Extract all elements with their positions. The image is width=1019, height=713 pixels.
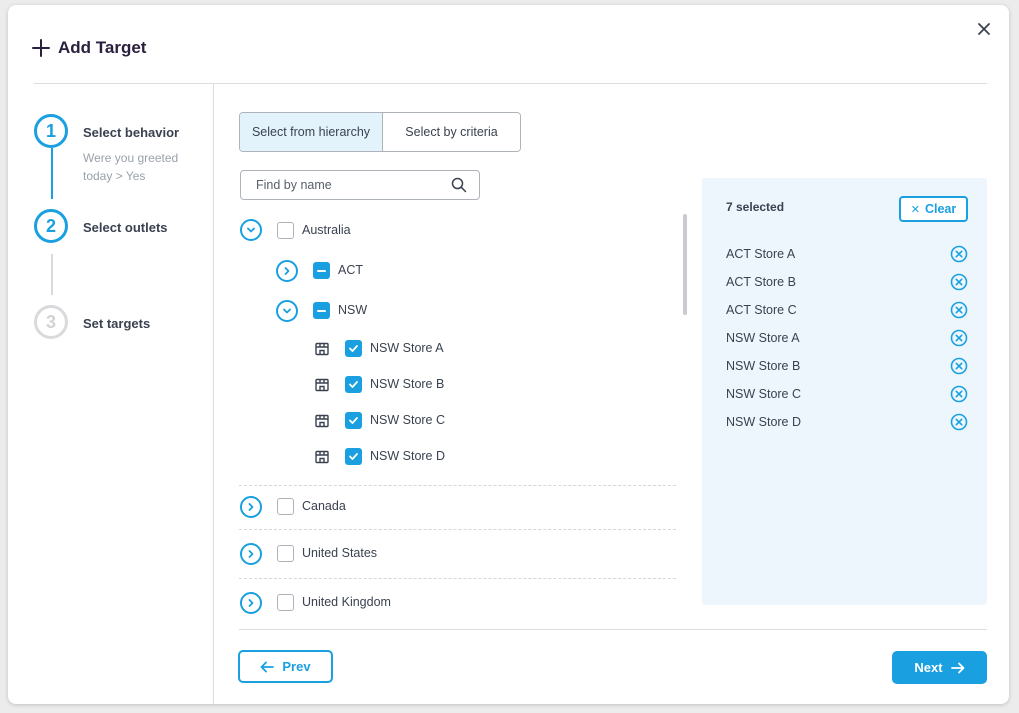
selected-item-label: NSW Store A bbox=[726, 331, 800, 345]
nsw-store-c-label: NSW Store C bbox=[370, 413, 446, 427]
step-3-title: Set targets bbox=[83, 316, 151, 331]
nsw-store-d-checkbox[interactable] bbox=[345, 448, 362, 465]
act-checkbox[interactable] bbox=[313, 262, 330, 279]
chevron-right-icon[interactable] bbox=[276, 260, 298, 282]
search-box bbox=[240, 170, 480, 200]
tab-select-by-criteria[interactable]: Select by criteria bbox=[383, 113, 520, 151]
arrow-left-icon bbox=[260, 661, 275, 672]
search-icon[interactable] bbox=[451, 177, 467, 193]
nsw-label: NSW bbox=[338, 303, 368, 317]
header-divider bbox=[34, 83, 987, 84]
clear-button[interactable]: ✕ Clear bbox=[899, 196, 968, 222]
nsw-store-a-checkbox[interactable] bbox=[345, 340, 362, 357]
remove-circle-icon[interactable] bbox=[950, 329, 968, 347]
dialog-header: Add Target bbox=[32, 38, 146, 58]
chevron-down-icon[interactable] bbox=[240, 219, 262, 241]
australia-label: Australia bbox=[302, 223, 351, 237]
store-icon bbox=[315, 342, 329, 356]
add-target-dialog: Add Target 1 Select behavior Were you gr… bbox=[8, 5, 1009, 704]
nsw-store-d-label: NSW Store D bbox=[370, 449, 446, 463]
remove-circle-icon[interactable] bbox=[950, 273, 968, 291]
step-1-title: Select behavior bbox=[83, 125, 180, 140]
tree-scrollbar[interactable] bbox=[683, 214, 687, 315]
stepper-divider bbox=[213, 84, 214, 704]
chevron-right-icon[interactable] bbox=[240, 543, 262, 565]
nsw-checkbox[interactable] bbox=[313, 302, 330, 319]
step-connector-2 bbox=[51, 254, 53, 295]
clear-label: Clear bbox=[924, 202, 957, 216]
remove-circle-icon[interactable] bbox=[950, 385, 968, 403]
remove-circle-icon[interactable] bbox=[950, 301, 968, 319]
selected-count: 7 selected bbox=[726, 200, 785, 214]
nsw-store-a-label: NSW Store A bbox=[370, 341, 444, 355]
search-input[interactable] bbox=[241, 178, 441, 192]
nsw-store-b-label: NSW Store B bbox=[370, 377, 445, 391]
plus-icon bbox=[32, 39, 50, 57]
selected-item: NSW Store A bbox=[726, 328, 970, 348]
close-icon: ✕ bbox=[910, 203, 920, 216]
step-1-subtitle-line2: today > Yes bbox=[83, 169, 146, 183]
store-icon bbox=[315, 450, 329, 464]
selected-item-label: NSW Store D bbox=[726, 415, 802, 429]
store-icon bbox=[315, 414, 329, 428]
step-1-number: 1 bbox=[34, 114, 68, 148]
step-2-number: 2 bbox=[34, 209, 68, 243]
store-icon bbox=[315, 378, 329, 392]
nsw-store-c-checkbox[interactable] bbox=[345, 412, 362, 429]
selected-item: NSW Store B bbox=[726, 356, 970, 376]
united-kingdom-label: United Kingdom bbox=[302, 595, 391, 609]
selected-item: ACT Store B bbox=[726, 272, 970, 292]
selected-item-label: NSW Store B bbox=[726, 359, 801, 373]
selection-mode-tabs: Select from hierarchy Select by criteria bbox=[239, 112, 521, 152]
chevron-down-icon[interactable] bbox=[276, 300, 298, 322]
selected-item-label: ACT Store B bbox=[726, 275, 796, 289]
dialog-title: Add Target bbox=[58, 38, 147, 57]
step-connector-1 bbox=[51, 148, 53, 199]
canada-label: Canada bbox=[302, 499, 346, 513]
tree-divider bbox=[239, 485, 676, 486]
selected-item: NSW Store C bbox=[726, 384, 970, 404]
arrow-right-icon bbox=[950, 662, 964, 673]
selected-item: NSW Store D bbox=[726, 412, 970, 432]
united-states-checkbox[interactable] bbox=[277, 545, 294, 562]
united-kingdom-checkbox[interactable] bbox=[277, 594, 294, 611]
close-icon[interactable] bbox=[974, 19, 994, 39]
tree-divider bbox=[239, 529, 676, 530]
chevron-right-icon[interactable] bbox=[240, 592, 262, 614]
selected-item-label: NSW Store C bbox=[726, 387, 802, 401]
next-button[interactable]: Next bbox=[892, 651, 987, 684]
remove-circle-icon[interactable] bbox=[950, 413, 968, 431]
step-2-title: Select outlets bbox=[83, 220, 168, 235]
tree-divider bbox=[239, 578, 676, 579]
chevron-right-icon[interactable] bbox=[240, 496, 262, 518]
selected-item: ACT Store A bbox=[726, 244, 970, 264]
act-label: ACT bbox=[338, 263, 363, 277]
tab-select-from-hierarchy[interactable]: Select from hierarchy bbox=[240, 113, 383, 151]
selected-item-label: ACT Store A bbox=[726, 247, 796, 261]
remove-circle-icon[interactable] bbox=[950, 245, 968, 263]
footer-divider bbox=[239, 629, 987, 630]
nsw-store-b-checkbox[interactable] bbox=[345, 376, 362, 393]
canada-checkbox[interactable] bbox=[277, 498, 294, 515]
united-states-label: United States bbox=[302, 546, 378, 560]
next-label: Next bbox=[914, 660, 943, 675]
australia-checkbox[interactable] bbox=[277, 222, 294, 239]
remove-circle-icon[interactable] bbox=[950, 357, 968, 375]
step-3-number: 3 bbox=[34, 305, 68, 339]
step-1-subtitle-line1: Were you greeted bbox=[83, 151, 179, 165]
selected-item: ACT Store C bbox=[726, 300, 970, 320]
selected-item-label: ACT Store C bbox=[726, 303, 797, 317]
prev-button[interactable]: Prev bbox=[238, 650, 333, 683]
selected-panel: 7 selected ✕ Clear ACT Store A ACT Store… bbox=[702, 178, 987, 605]
prev-label: Prev bbox=[282, 659, 311, 674]
